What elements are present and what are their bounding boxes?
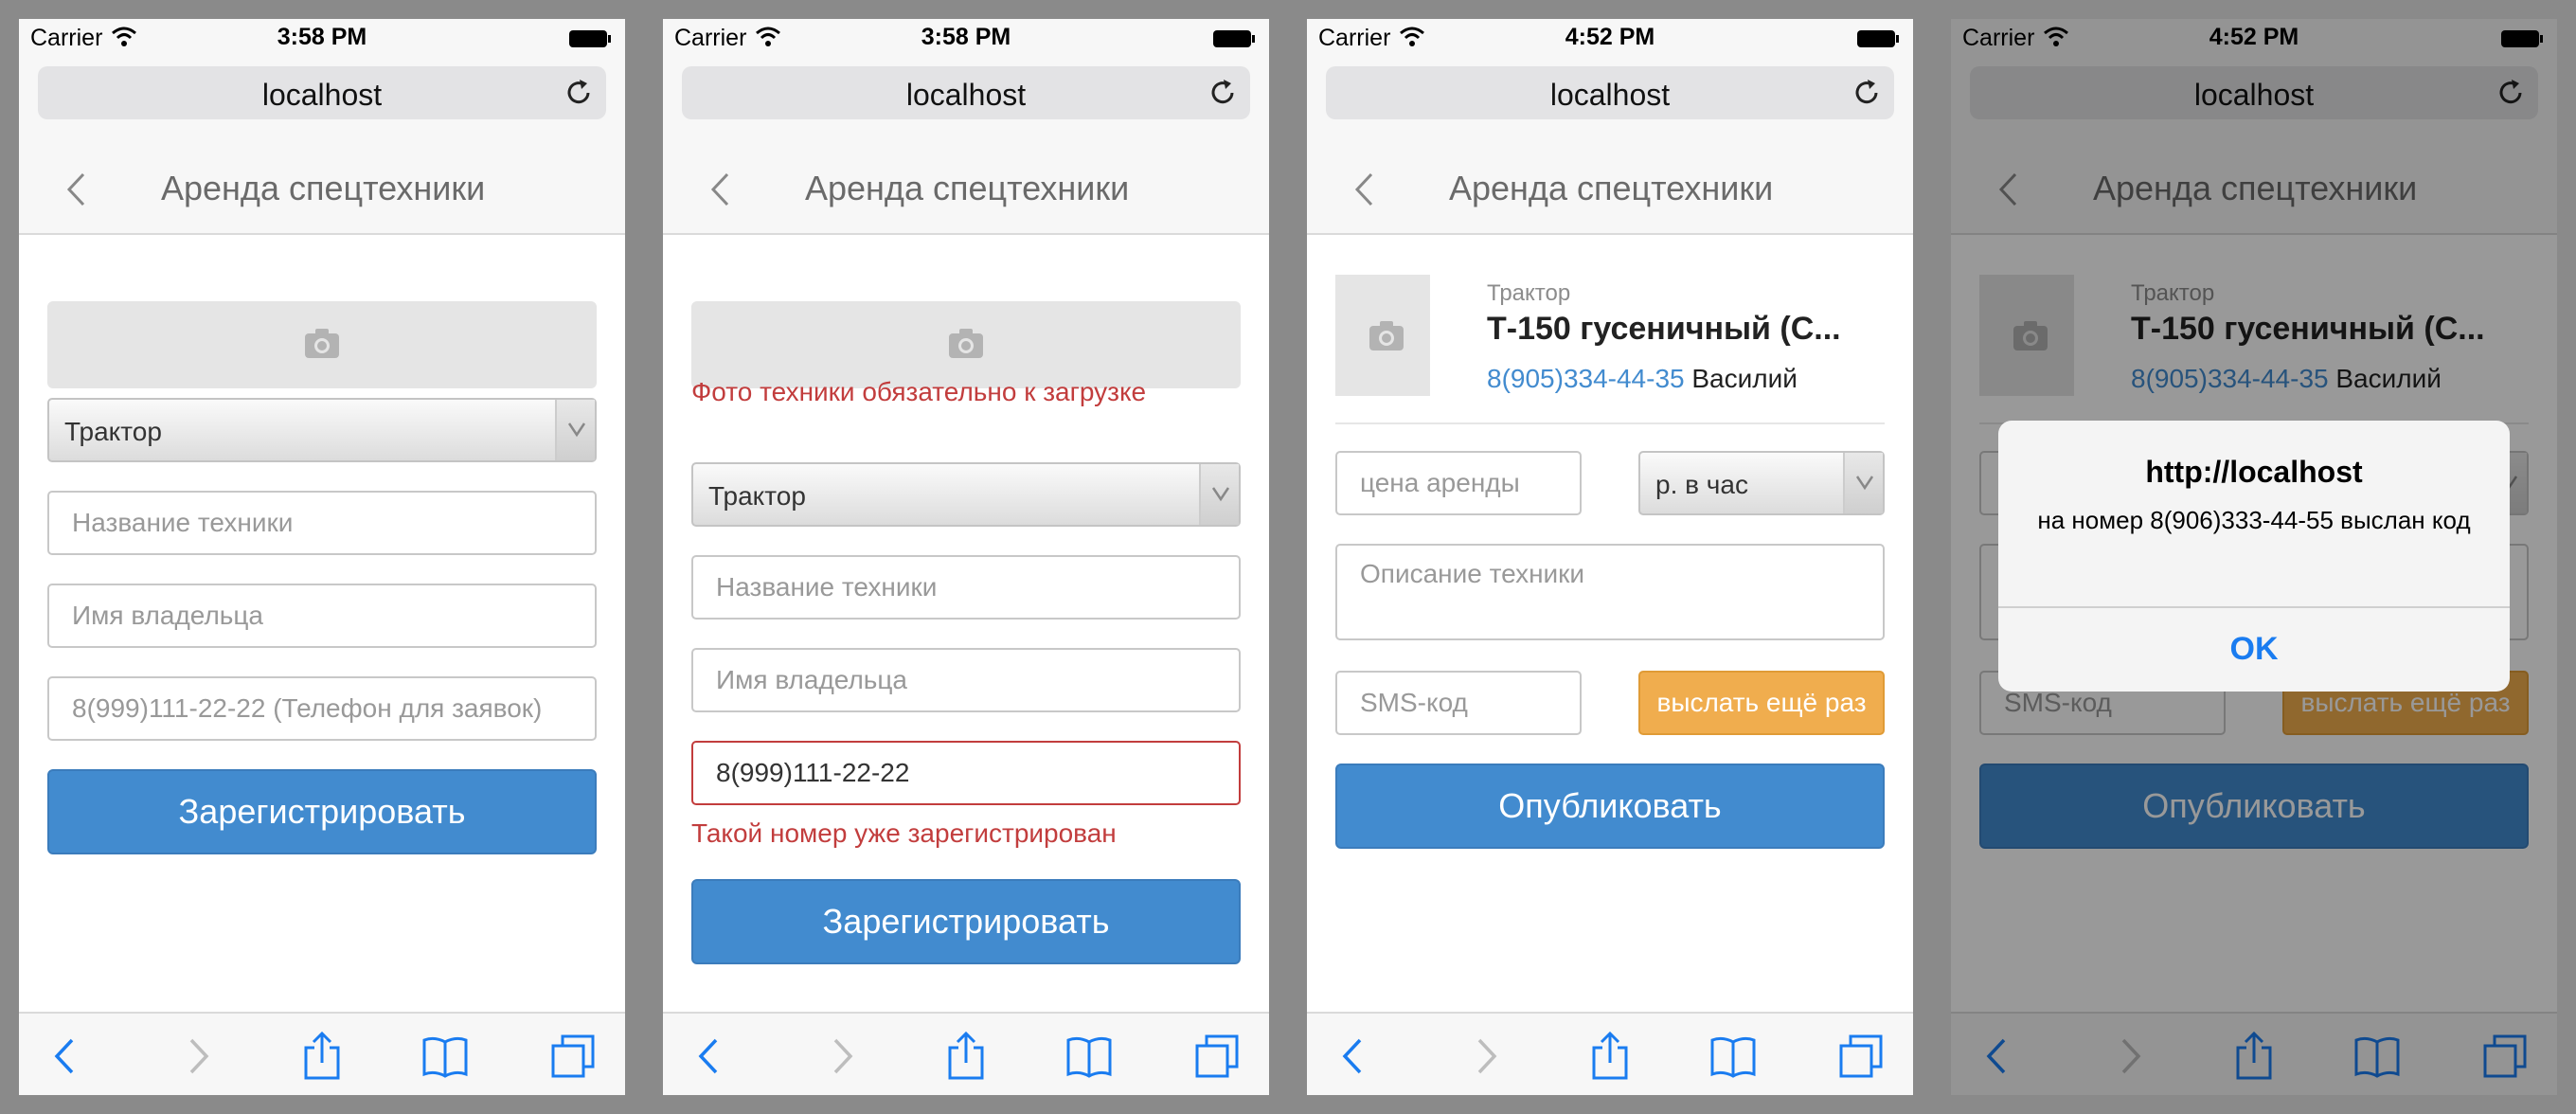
app-header: Аренда спецтехники (19, 142, 625, 235)
phone-error-message: Такой номер уже зарегистрирован (691, 818, 1117, 848)
tabs-icon[interactable] (1193, 1031, 1241, 1082)
phone-input[interactable]: 8(999)111-22-22 (Телефон для заявок) (47, 676, 597, 741)
owner-name: Василий (1691, 364, 1798, 393)
back-arrow-icon[interactable] (42, 1031, 89, 1082)
category-value: Трактор (64, 417, 162, 446)
back-chevron-icon[interactable] (64, 171, 87, 208)
photo-upload-button[interactable] (691, 301, 1241, 388)
owner-name-input[interactable]: Имя владельца (47, 584, 597, 648)
sms-code-input[interactable]: SMS-код (1335, 671, 1582, 735)
bookmarks-icon[interactable] (421, 1031, 469, 1082)
alert-message: на номер 8(906)333-44-55 выслан код (2037, 506, 2471, 534)
browser-toolbar (663, 1012, 1269, 1095)
alert-divider (1998, 606, 2510, 608)
browser-toolbar (19, 1012, 625, 1095)
bookmarks-icon[interactable] (1065, 1031, 1113, 1082)
share-icon[interactable] (942, 1031, 990, 1082)
battery-icon (1857, 30, 1899, 47)
description-textarea[interactable]: Описание техники (1335, 544, 1885, 640)
chevron-down-icon (1855, 476, 1874, 491)
select-arrow (1843, 453, 1883, 513)
reload-icon[interactable] (1207, 77, 1239, 109)
share-icon[interactable] (298, 1031, 346, 1082)
battery-icon (569, 30, 611, 47)
category-value: Трактор (708, 481, 806, 511)
resend-code-button[interactable]: выслать ещё раз (1638, 671, 1885, 735)
browser-toolbar (1307, 1012, 1913, 1095)
bookmarks-icon[interactable] (1709, 1031, 1757, 1082)
page-title: Аренда спецтехники (805, 169, 1130, 207)
page-title: Аренда спецтехники (161, 169, 486, 207)
status-bar: Carrier 3:58 PM (663, 19, 1269, 57)
alert-ok-button[interactable]: OK (1998, 631, 2510, 668)
equipment-photo[interactable] (1335, 275, 1430, 396)
phone-input[interactable]: 8(999)111-22-22 (691, 741, 1241, 805)
forward-arrow-icon[interactable] (174, 1031, 222, 1082)
equipment-category: Трактор (1487, 280, 1571, 306)
clock: 3:58 PM (277, 24, 367, 50)
url-text: localhost (261, 78, 383, 112)
page-title: Аренда спецтехники (1449, 169, 1774, 207)
camera-icon (305, 329, 339, 358)
owner-contact: 8(905)334-44-35 Василий (1487, 364, 1798, 394)
back-arrow-icon[interactable] (686, 1031, 733, 1082)
price-unit-value: р. в час (1655, 470, 1748, 499)
register-button[interactable]: Зарегистрировать (691, 879, 1241, 964)
equipment-name-input[interactable]: Название техники (47, 491, 597, 555)
owner-phone-link[interactable]: 8(905)334-44-35 (1487, 364, 1685, 393)
battery-icon (1213, 30, 1255, 47)
app-header: Аренда спецтехники (663, 142, 1269, 235)
phone-screen-3: Carrier 4:52 PM localhost Аренда спецтех… (1307, 19, 1913, 1095)
photo-error-message: Фото техники обязательно к загрузке (691, 377, 1147, 406)
photo-upload-button[interactable] (47, 301, 597, 388)
share-icon[interactable] (1586, 1031, 1634, 1082)
owner-name-input[interactable]: Имя владельца (691, 648, 1241, 712)
url-field[interactable]: localhost (682, 66, 1250, 119)
camera-icon (949, 329, 983, 358)
equipment-name-input[interactable]: Название техники (691, 555, 1241, 620)
reload-icon[interactable] (563, 77, 595, 109)
select-arrow (555, 400, 595, 460)
category-select[interactable]: Трактор (47, 398, 597, 462)
status-bar: Carrier 4:52 PM (1307, 19, 1913, 57)
phone-screen-1: Carrier 3:58 PM localhost Аренда спецтех… (19, 19, 625, 1095)
forward-arrow-icon[interactable] (1462, 1031, 1510, 1082)
clock: 3:58 PM (921, 24, 1011, 50)
url-field[interactable]: localhost (1326, 66, 1894, 119)
category-select[interactable]: Трактор (691, 462, 1241, 527)
chevron-down-icon (567, 422, 586, 438)
equipment-name: Т-150 гусеничный (С... (1487, 311, 1841, 347)
publish-button[interactable]: Опубликовать (1335, 764, 1885, 849)
url-text: localhost (905, 78, 1027, 112)
back-chevron-icon[interactable] (708, 171, 731, 208)
camera-icon (1369, 321, 1404, 350)
alert-title: http://localhost (2145, 455, 2363, 489)
phone-screen-4: Carrier 4:52 PM localhost Аренда спецтех… (1951, 19, 2557, 1095)
back-chevron-icon[interactable] (1352, 171, 1375, 208)
reload-icon[interactable] (1851, 77, 1883, 109)
tabs-icon[interactable] (549, 1031, 597, 1082)
url-field[interactable]: localhost (38, 66, 606, 119)
select-arrow (1199, 464, 1239, 525)
app-header: Аренда спецтехники (1307, 142, 1913, 235)
chevron-down-icon (1211, 487, 1230, 502)
status-bar: Carrier 3:58 PM (19, 19, 625, 57)
url-text: localhost (1549, 78, 1671, 112)
back-arrow-icon[interactable] (1330, 1031, 1377, 1082)
clock: 4:52 PM (1565, 24, 1655, 50)
forward-arrow-icon[interactable] (818, 1031, 866, 1082)
tabs-icon[interactable] (1837, 1031, 1885, 1082)
divider (1335, 422, 1885, 424)
phone-screen-2: Carrier 3:58 PM localhost Аренда спецтех… (663, 19, 1269, 1095)
register-button[interactable]: Зарегистрировать (47, 769, 597, 854)
price-unit-select[interactable]: р. в час (1638, 451, 1885, 515)
alert-dialog: http://localhost на номер 8(906)333-44-5… (1998, 421, 2510, 692)
rent-price-input[interactable]: цена аренды (1335, 451, 1582, 515)
